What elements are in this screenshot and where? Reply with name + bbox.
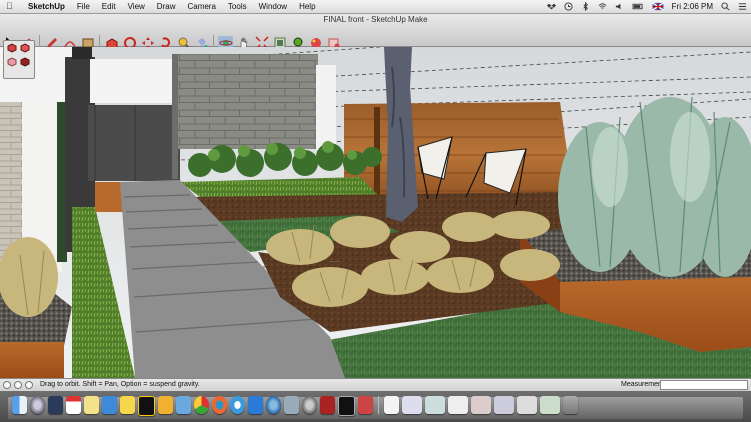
photo-booth-icon[interactable] [320, 396, 335, 414]
battery-status-icon[interactable] [632, 2, 644, 11]
window-titlebar: FINAL front - SketchUp Make [0, 14, 751, 51]
model-viewport[interactable] [0, 47, 751, 378]
volume-status-icon[interactable] [615, 2, 624, 11]
measurements-input[interactable] [660, 380, 748, 390]
status-menus: Fri 2:06 PM [546, 1, 747, 12]
dock [0, 391, 751, 422]
menu-help[interactable]: Help [293, 1, 321, 12]
terminal-icon[interactable] [338, 396, 355, 416]
clock[interactable]: Fri 2:06 PM [672, 1, 713, 12]
menu-camera[interactable]: Camera [181, 1, 221, 12]
minimized-window-4-icon[interactable] [471, 396, 491, 414]
system-preferences-icon[interactable] [302, 396, 317, 414]
menu-draw[interactable]: Draw [151, 1, 182, 12]
dropbox-icon[interactable] [248, 396, 263, 414]
menu-view[interactable]: View [122, 1, 151, 12]
menubar:  SketchUp File Edit View Draw Camera To… [0, 0, 751, 14]
minimized-window-6-icon[interactable] [517, 396, 537, 414]
cube-red-2-icon[interactable] [20, 43, 30, 53]
mission-control-icon[interactable] [48, 396, 63, 414]
menu-tools[interactable]: Tools [222, 1, 253, 12]
help-icon[interactable] [25, 381, 33, 389]
stickies-icon[interactable] [120, 396, 135, 414]
chrome-icon[interactable] [194, 396, 209, 414]
spotlight-icon[interactable] [721, 2, 730, 11]
tool-palette [3, 40, 35, 79]
wifi-status-icon[interactable] [598, 2, 607, 11]
sketch-icon[interactable] [158, 396, 173, 414]
itunes-icon[interactable] [230, 396, 245, 414]
notes-icon[interactable] [84, 396, 99, 414]
cube-dark-icon[interactable] [20, 57, 30, 67]
photos-icon[interactable] [102, 396, 117, 414]
minimized-window-1-icon[interactable] [402, 396, 422, 414]
sketchup-icon[interactable] [358, 396, 373, 414]
status-bar: Drag to orbit. Shift = Pan, Option = sus… [0, 378, 751, 392]
calendar-icon[interactable] [66, 396, 81, 414]
minimized-window-3-icon[interactable] [448, 396, 468, 414]
notification-center-icon[interactable] [738, 2, 747, 11]
minimized-window-5-icon[interactable] [494, 396, 514, 414]
launchpad-icon[interactable] [30, 396, 45, 414]
status-icons [3, 381, 33, 389]
folder-icon[interactable] [176, 396, 191, 414]
preview-icon[interactable] [284, 396, 299, 414]
timemachine-status-icon[interactable] [564, 2, 573, 11]
window-title: FINAL front - SketchUp Make [323, 15, 428, 24]
menu-list: SketchUp File Edit View Draw Camera Tool… [22, 1, 322, 12]
firefox-icon[interactable] [212, 396, 227, 414]
menu-window[interactable]: Window [253, 1, 293, 12]
finder-icon[interactable] [12, 396, 27, 414]
menu-sketchup[interactable]: SketchUp [22, 1, 71, 12]
cube-red-icon[interactable] [7, 43, 17, 53]
app-store-icon[interactable] [266, 396, 281, 414]
minimized-window-7-icon[interactable] [540, 396, 560, 414]
geolocation-icon[interactable] [3, 381, 11, 389]
dropbox-status-icon[interactable] [546, 2, 556, 11]
input-flag-icon[interactable] [651, 2, 664, 11]
cube-pink-icon[interactable] [7, 57, 17, 67]
credits-icon[interactable] [14, 381, 22, 389]
document-icon[interactable] [384, 396, 399, 414]
trash-icon[interactable] [563, 396, 578, 414]
apple-menu-icon[interactable]:  [6, 1, 13, 11]
scene-render [0, 47, 751, 378]
pacman-icon[interactable] [138, 396, 155, 416]
menu-file[interactable]: File [71, 1, 96, 12]
bluetooth-status-icon[interactable] [581, 2, 590, 11]
menu-edit[interactable]: Edit [96, 1, 122, 12]
minimized-window-2-icon[interactable] [425, 396, 445, 414]
status-message: Drag to orbit. Shift = Pan, Option = sus… [40, 381, 200, 388]
